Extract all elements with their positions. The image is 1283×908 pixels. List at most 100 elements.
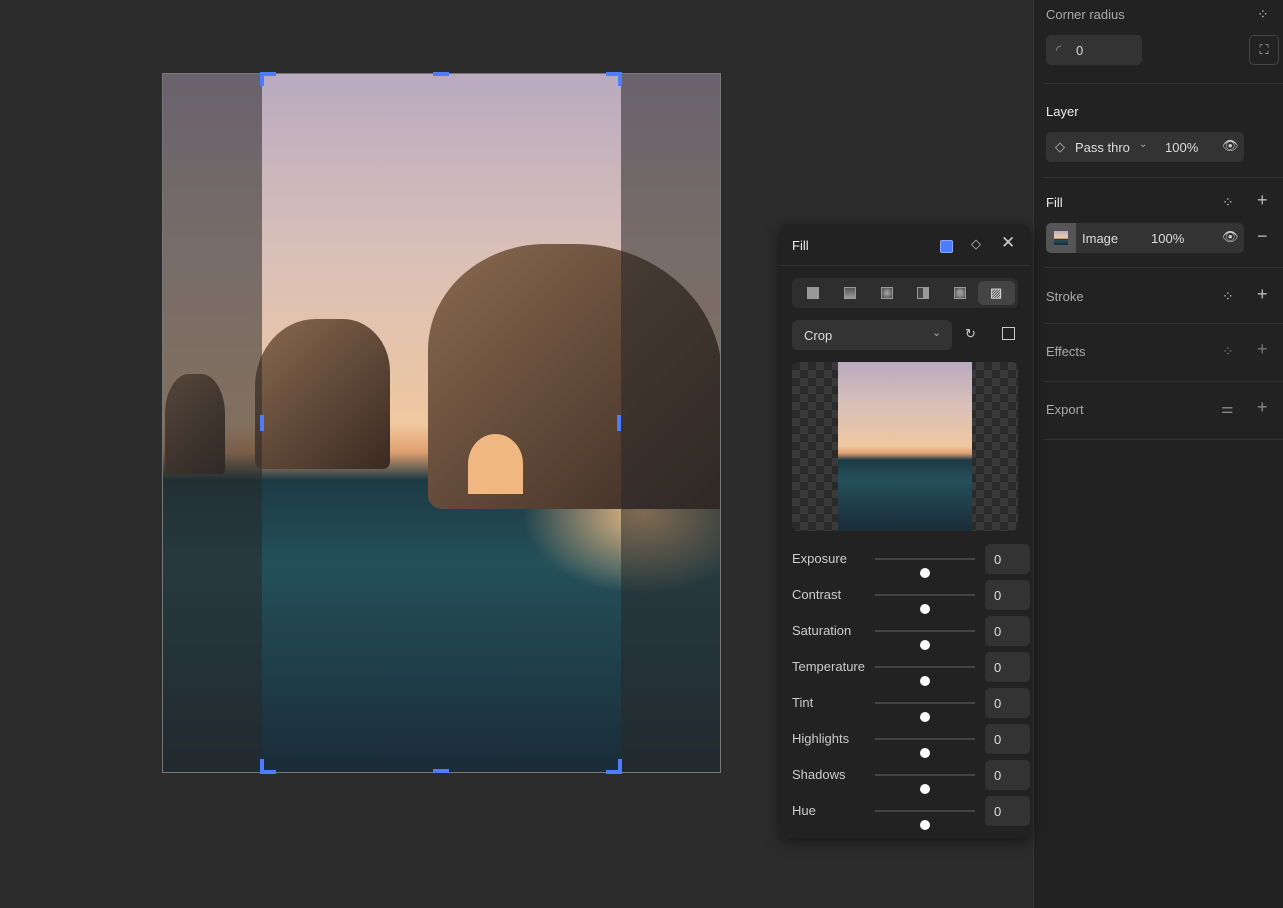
adjustment-hue: Hue 0 xyxy=(792,796,1030,830)
add-export-icon[interactable]: + xyxy=(1257,397,1268,418)
add-stroke-icon[interactable]: + xyxy=(1257,284,1268,305)
expand-icon[interactable] xyxy=(1002,327,1015,340)
stroke-label: Stroke xyxy=(1046,289,1084,304)
image-preview[interactable] xyxy=(792,362,1018,531)
adjustment-saturation: Saturation 0 xyxy=(792,616,1030,650)
layer-label: Layer xyxy=(1046,104,1079,119)
divider xyxy=(1044,267,1283,268)
rotate-icon[interactable]: ↻ xyxy=(965,326,976,342)
adjustment-slider[interactable] xyxy=(875,810,975,830)
crop-handle-bottom[interactable] xyxy=(433,769,449,773)
image-thumbnail[interactable] xyxy=(1046,223,1076,253)
fill-row[interactable]: Image 100% 👁 xyxy=(1046,223,1244,253)
add-fill-icon[interactable]: + xyxy=(1257,190,1268,211)
angular-gradient-icon[interactable] xyxy=(917,287,929,299)
chevron-down-icon: ⌄ xyxy=(932,327,942,339)
slider-knob[interactable] xyxy=(920,820,930,830)
slider-knob[interactable] xyxy=(920,784,930,794)
corner-radius-value: 0 xyxy=(1076,43,1084,58)
corner-radius-label: Corner radius xyxy=(1046,7,1125,22)
linear-gradient-icon[interactable] xyxy=(844,287,856,299)
fill-opacity[interactable]: 100% xyxy=(1151,231,1184,246)
slider-knob[interactable] xyxy=(920,604,930,614)
preview-photo xyxy=(838,362,972,531)
image-mode-select[interactable]: Crop ⌄ xyxy=(792,320,952,350)
crop-handle-tr-v[interactable] xyxy=(618,72,622,86)
slider-knob[interactable] xyxy=(920,748,930,758)
blend-mode[interactable]: Pass thro xyxy=(1075,140,1130,155)
fill-type: Image xyxy=(1082,231,1119,246)
adjustment-exposure: Exposure 0 xyxy=(792,544,1030,578)
adjustment-value-input[interactable]: 0 xyxy=(985,760,1030,790)
adjustment-value-input[interactable]: 0 xyxy=(985,652,1030,682)
slider-knob[interactable] xyxy=(920,568,930,578)
image-fill-mode-icon[interactable] xyxy=(940,240,953,253)
eye-icon[interactable]: 👁 xyxy=(1222,229,1239,245)
crop-handle-bl-v[interactable] xyxy=(260,759,264,773)
fill-popup-title: Fill xyxy=(792,238,809,253)
eye-icon[interactable]: 👁 xyxy=(1222,138,1239,154)
drop-icon[interactable]: ◇ xyxy=(971,236,981,252)
rock-center xyxy=(255,319,390,469)
crop-handle-right[interactable] xyxy=(617,415,621,431)
adjustment-tint: Tint 0 xyxy=(792,688,1030,722)
variable-icon[interactable]: ⁘ xyxy=(1257,6,1269,23)
crop-handle-br-v[interactable] xyxy=(618,759,622,773)
crop-handle-left[interactable] xyxy=(260,415,264,431)
variable-icon[interactable]: ⁘ xyxy=(1222,194,1234,211)
chevron-down-icon[interactable]: ⌄ xyxy=(1139,139,1147,150)
image-mode-value: Crop xyxy=(804,328,833,343)
canvas-image[interactable] xyxy=(162,73,721,773)
slider-knob[interactable] xyxy=(920,712,930,722)
adjustment-slider[interactable] xyxy=(875,558,975,578)
close-icon[interactable]: ✕ xyxy=(1001,233,1015,253)
adjustment-value-input[interactable]: 0 xyxy=(985,688,1030,718)
adjustment-slider[interactable] xyxy=(875,774,975,794)
adjustment-slider[interactable] xyxy=(875,594,975,614)
adjustment-label: Exposure xyxy=(792,551,847,566)
add-effect-icon[interactable]: + xyxy=(1257,339,1268,360)
adjustment-slider[interactable] xyxy=(875,702,975,722)
arch-opening xyxy=(468,434,523,494)
adjustment-value-input[interactable]: 0 xyxy=(985,616,1030,646)
independent-corners-icon[interactable]: ⛶ xyxy=(1249,35,1279,65)
divider xyxy=(1044,439,1283,440)
adjustment-temperature: Temperature 0 xyxy=(792,652,1030,686)
adjustment-value-input[interactable]: 0 xyxy=(985,544,1030,574)
adjustment-highlights: Highlights 0 xyxy=(792,724,1030,758)
adjustment-slider[interactable] xyxy=(875,666,975,686)
variable-icon[interactable]: ⁘ xyxy=(1222,288,1234,305)
fill-popup: Fill ◇ ✕ ▨ Crop ⌄ ↻ Exposure 0 Contrast 0… xyxy=(780,224,1030,838)
remove-fill-icon[interactable]: − xyxy=(1257,226,1268,247)
adjustment-label: Shadows xyxy=(792,767,846,782)
slider-knob[interactable] xyxy=(920,640,930,650)
radial-gradient-icon[interactable] xyxy=(881,287,893,299)
slider-knob[interactable] xyxy=(920,676,930,686)
divider xyxy=(780,265,1030,266)
divider xyxy=(1044,381,1283,382)
diamond-gradient-icon[interactable] xyxy=(954,287,966,299)
crop-handle-top[interactable] xyxy=(433,72,449,76)
corner-radius-input[interactable]: ◜ 0 xyxy=(1046,35,1142,65)
adjustment-value-input[interactable]: 0 xyxy=(985,724,1030,754)
divider xyxy=(1044,177,1283,178)
solid-fill-icon[interactable] xyxy=(807,287,819,299)
settings-sliders-icon[interactable]: ⚌ xyxy=(1221,400,1234,417)
adjustment-label: Saturation xyxy=(792,623,852,638)
image-fill-tab[interactable]: ▨ xyxy=(978,281,1015,305)
adjustment-slider[interactable] xyxy=(875,738,975,758)
divider xyxy=(1044,323,1283,324)
adjustment-label: Tint xyxy=(792,695,814,710)
layer-blend-control[interactable]: ◇ Pass thro ⌄ 100% 👁 xyxy=(1046,132,1244,162)
adjustment-value-input[interactable]: 0 xyxy=(985,580,1030,610)
adjustment-value-input[interactable]: 0 xyxy=(985,796,1030,826)
crop-shade-left xyxy=(163,74,262,772)
adjustment-label: Contrast xyxy=(792,587,842,602)
adjustment-label: Highlights xyxy=(792,731,850,746)
crop-handle-tl-v[interactable] xyxy=(260,72,264,86)
adjustment-slider[interactable] xyxy=(875,630,975,650)
properties-panel: Corner radius ⁘ ◜ 0 ⛶ Layer ◇ Pass thro … xyxy=(1033,0,1283,908)
divider xyxy=(1044,83,1283,84)
variable-icon[interactable]: ⁘ xyxy=(1222,343,1234,360)
layer-opacity[interactable]: 100% xyxy=(1165,140,1198,155)
